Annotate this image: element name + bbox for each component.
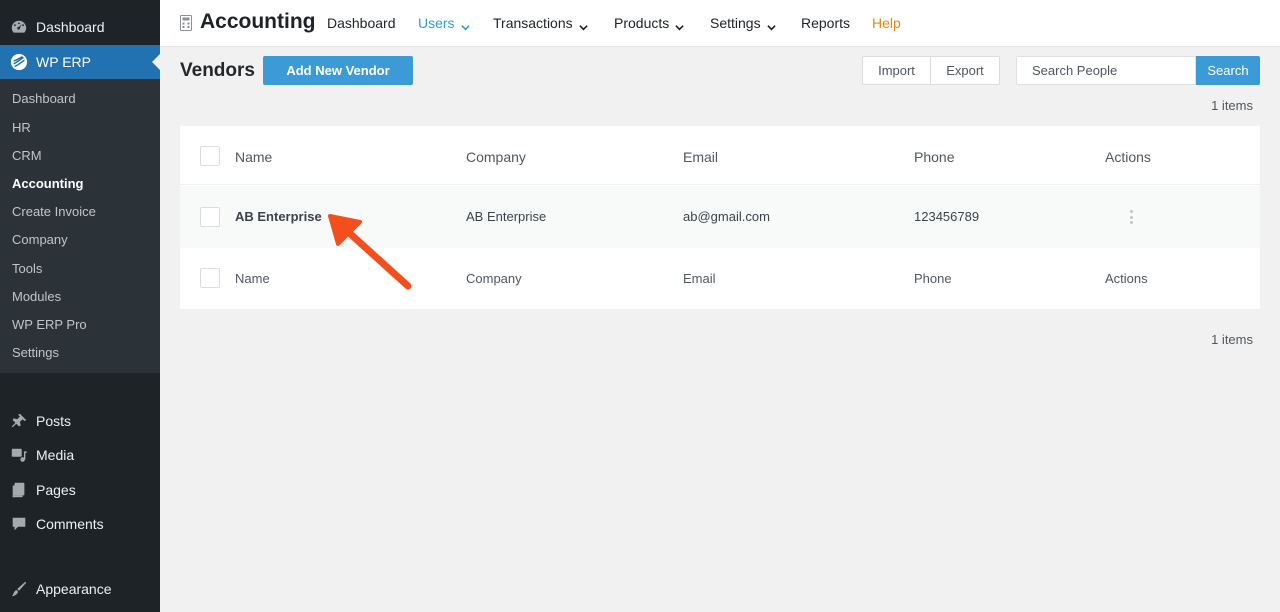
brush-icon — [0, 580, 36, 598]
admin-sidebar: Dashboard WP ERP Dashboard HR CRM Accoun… — [0, 0, 160, 612]
sidebar-item-media[interactable]: Media — [0, 438, 160, 472]
nav-help[interactable]: Help — [872, 14, 901, 32]
nav-transactions[interactable]: Transactions — [493, 14, 588, 32]
nav-label: Dashboard — [327, 15, 396, 31]
column-footer-name: Name — [235, 271, 270, 286]
comment-icon — [0, 515, 36, 533]
sidebar-item-posts[interactable]: Posts — [0, 404, 160, 438]
annotation-arrow-icon — [328, 214, 412, 290]
nav-products[interactable]: Products — [614, 14, 684, 32]
vendor-email: ab@gmail.com — [683, 209, 770, 224]
submenu-item-company[interactable]: Company — [12, 230, 68, 250]
nav-users[interactable]: Users — [418, 14, 470, 32]
sidebar-item-wp-erp[interactable]: WP ERP — [0, 45, 160, 79]
wp-erp-logo-icon — [0, 53, 36, 71]
add-new-vendor-button[interactable]: Add New Vendor — [263, 56, 413, 85]
nav-label: Settings — [710, 15, 761, 31]
sidebar-item-comments[interactable]: Comments — [0, 507, 160, 541]
accounting-topbar: Accounting Dashboard Users Transactions … — [160, 0, 1280, 47]
sidebar-item-label: Appearance — [36, 581, 112, 597]
pages-icon — [0, 481, 36, 499]
vendor-phone: 123456789 — [914, 209, 980, 224]
nav-label: Help — [872, 15, 901, 31]
vendor-company: AB Enterprise — [466, 209, 547, 224]
sidebar-item-label: Media — [36, 447, 75, 463]
export-button[interactable]: Export — [931, 56, 1000, 85]
row-actions-kebab-icon[interactable] — [1128, 210, 1134, 224]
active-indicator — [152, 54, 160, 70]
column-header-actions: Actions — [1105, 149, 1151, 165]
row-checkbox[interactable] — [200, 207, 220, 227]
search-button[interactable]: Search — [1196, 56, 1260, 85]
media-icon — [0, 446, 36, 464]
table-header-row: Name Company Email Phone Actions — [180, 126, 1260, 185]
search-input[interactable] — [1016, 56, 1196, 85]
submenu-item-dashboard[interactable]: Dashboard — [12, 89, 76, 109]
nav-reports[interactable]: Reports — [801, 14, 850, 32]
import-button[interactable]: Import — [862, 56, 931, 85]
column-header-email: Email — [683, 149, 719, 165]
column-header-name: Name — [235, 149, 273, 165]
submenu-item-create-invoice[interactable]: Create Invoice — [12, 202, 96, 222]
sidebar-item-label: WP ERP — [36, 54, 91, 70]
dashboard-icon — [0, 18, 36, 36]
sidebar-item-label: Dashboard — [36, 19, 105, 35]
submenu-item-settings[interactable]: Settings — [12, 343, 59, 363]
sidebar-item-dashboard[interactable]: Dashboard — [0, 10, 160, 44]
page-title: Vendors — [180, 60, 255, 81]
items-count-bottom: 1 items — [1211, 332, 1253, 347]
submenu-item-tools[interactable]: Tools — [12, 259, 42, 279]
sidebar-item-appearance[interactable]: Appearance — [0, 572, 160, 606]
calculator-icon — [180, 15, 192, 31]
submenu-item-hr[interactable]: HR — [12, 118, 31, 138]
column-footer-email: Email — [683, 271, 716, 286]
nav-label: Transactions — [493, 15, 573, 31]
select-all-checkbox[interactable] — [200, 146, 220, 166]
sidebar-item-label: Pages — [36, 482, 76, 498]
column-header-company: Company — [466, 149, 526, 165]
nav-label: Users — [418, 15, 455, 31]
sidebar-item-pages[interactable]: Pages — [0, 473, 160, 507]
app-title: Accounting — [200, 10, 316, 33]
wp-erp-submenu: Dashboard HR CRM Accounting Create Invoi… — [0, 79, 160, 373]
chevron-down-icon — [766, 19, 776, 31]
nav-settings[interactable]: Settings — [710, 14, 776, 32]
submenu-item-accounting[interactable]: Accounting — [12, 174, 84, 194]
column-footer-phone: Phone — [914, 271, 952, 286]
nav-label: Reports — [801, 15, 851, 31]
vendor-name-link[interactable]: AB Enterprise — [235, 209, 322, 224]
nav-dashboard[interactable]: Dashboard — [327, 14, 396, 32]
select-all-checkbox-footer[interactable] — [200, 268, 220, 288]
items-count: 1 items — [1211, 98, 1253, 113]
sidebar-item-label: Comments — [36, 516, 104, 532]
chevron-down-icon — [460, 19, 470, 31]
chevron-down-icon — [675, 19, 684, 31]
column-footer-actions: Actions — [1105, 271, 1148, 286]
sidebar-item-label: Posts — [36, 413, 72, 429]
column-header-phone: Phone — [914, 149, 955, 165]
column-footer-company: Company — [466, 271, 522, 286]
pin-icon — [0, 412, 36, 430]
submenu-item-crm[interactable]: CRM — [12, 146, 42, 166]
chevron-down-icon — [578, 19, 588, 31]
nav-label: Products — [614, 15, 670, 31]
submenu-item-wp-erp-pro[interactable]: WP ERP Pro — [12, 315, 87, 335]
submenu-item-modules[interactable]: Modules — [12, 287, 61, 307]
